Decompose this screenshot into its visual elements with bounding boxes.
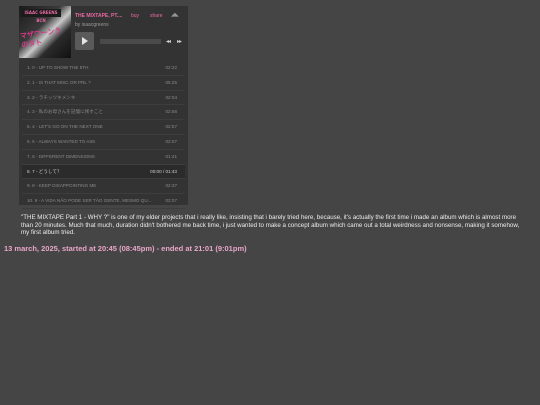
track-row[interactable]: 8. 7 - どうして？ 00:00 / 01:43 xyxy=(22,164,185,180)
track-row[interactable]: 5. 4 - LET'S GO ON THE NEXT ONE 02:57 xyxy=(22,120,185,135)
album-description: "THE MIXTAPE Part 1 - WHY ?" is one of m… xyxy=(21,214,520,237)
track-title[interactable]: 4. 3 - 私のお母さんを記憶に残すこと xyxy=(27,105,157,119)
track-duration: 02:37 xyxy=(165,183,178,189)
track-title[interactable]: 2. 1 - IS THAT MISC OR PRL ? xyxy=(27,76,157,90)
cover-tag: ISAAC GREENS BCN xyxy=(21,9,61,23)
track-title[interactable]: 9. 8 - KEEP DISAPPOINTING ME xyxy=(27,179,157,193)
play-button[interactable] xyxy=(75,32,94,50)
track-duration: 02:56 xyxy=(165,109,178,115)
track-duration: 00:00 / 01:43 xyxy=(150,168,177,174)
bandcamp-player: ISAAC GREENS BCN マザワーンうのタト THE MIXTAPE, … xyxy=(19,6,188,209)
track-row[interactable]: 1. 0 - UP TO SHOW THE 5TH 02:22 xyxy=(22,61,185,76)
previous-track-icon[interactable]: ◂◂ xyxy=(166,38,171,45)
cover-scribble: マザワーンうのタト xyxy=(19,25,62,50)
track-title[interactable]: 8. 7 - どうして？ xyxy=(27,165,157,179)
artist-link[interactable]: by isaacgreens xyxy=(75,22,109,28)
album-title-link[interactable]: THE MIXTAPE, PT.... xyxy=(75,13,122,19)
track-duration: 02:07 xyxy=(165,198,178,204)
track-title[interactable]: 3. 2 - ラチッツキメンキ xyxy=(27,91,157,105)
track-row[interactable]: 3. 2 - ラチッツキメンキ 02:04 xyxy=(22,91,185,106)
track-row[interactable]: 9. 8 - KEEP DISAPPOINTING ME 02:37 xyxy=(22,179,185,195)
track-row[interactable]: 7. 6 - DIFFERENT DIMENSIONS 01:41 xyxy=(22,150,185,165)
track-duration: 02:07 xyxy=(165,138,178,144)
progress-bar[interactable] xyxy=(100,39,161,44)
track-title[interactable]: 6. 5 - ALWAYS WANTED TO ASK xyxy=(27,135,157,149)
track-title[interactable]: 7. 6 - DIFFERENT DIMENSIONS xyxy=(27,150,157,164)
buy-link[interactable]: buy xyxy=(131,13,139,19)
next-track-icon[interactable]: ▸▸ xyxy=(177,38,182,45)
tracklist: 1. 0 - UP TO SHOW THE 5TH 02:22 2. 1 - IS … xyxy=(22,61,185,209)
track-duration: 02:22 xyxy=(165,65,178,70)
album-cover[interactable]: ISAAC GREENS BCN マザワーンうのタト xyxy=(19,6,71,58)
recording-dates: 13 march, 2025, started at 20:45 (08:45p… xyxy=(4,244,247,253)
track-row[interactable]: 10. 9 - A VIDA NÃO PODE SER TÃO GENTE, M… xyxy=(22,194,185,209)
track-duration: 01:41 xyxy=(165,153,178,159)
track-duration: 05:25 xyxy=(165,79,178,85)
track-row[interactable]: 6. 5 - ALWAYS WANTED TO ASK 02:07 xyxy=(22,135,185,150)
share-link[interactable]: share xyxy=(150,13,163,19)
track-duration: 02:57 xyxy=(165,124,178,130)
track-row[interactable]: 4. 3 - 私のお母さんを記憶に残すこと 02:56 xyxy=(22,105,185,121)
bandcamp-logo-icon[interactable]: ◢◣ xyxy=(171,12,179,18)
track-title[interactable]: 5. 4 - LET'S GO ON THE NEXT ONE xyxy=(27,120,157,134)
track-title[interactable]: 10. 9 - A VIDA NÃO PODE SER TÃO GENTE, M… xyxy=(27,194,157,208)
track-duration: 02:04 xyxy=(165,94,178,100)
track-title[interactable]: 1. 0 - UP TO SHOW THE 5TH xyxy=(27,61,157,75)
track-row[interactable]: 2. 1 - IS THAT MISC OR PRL ? 05:25 xyxy=(22,76,185,91)
